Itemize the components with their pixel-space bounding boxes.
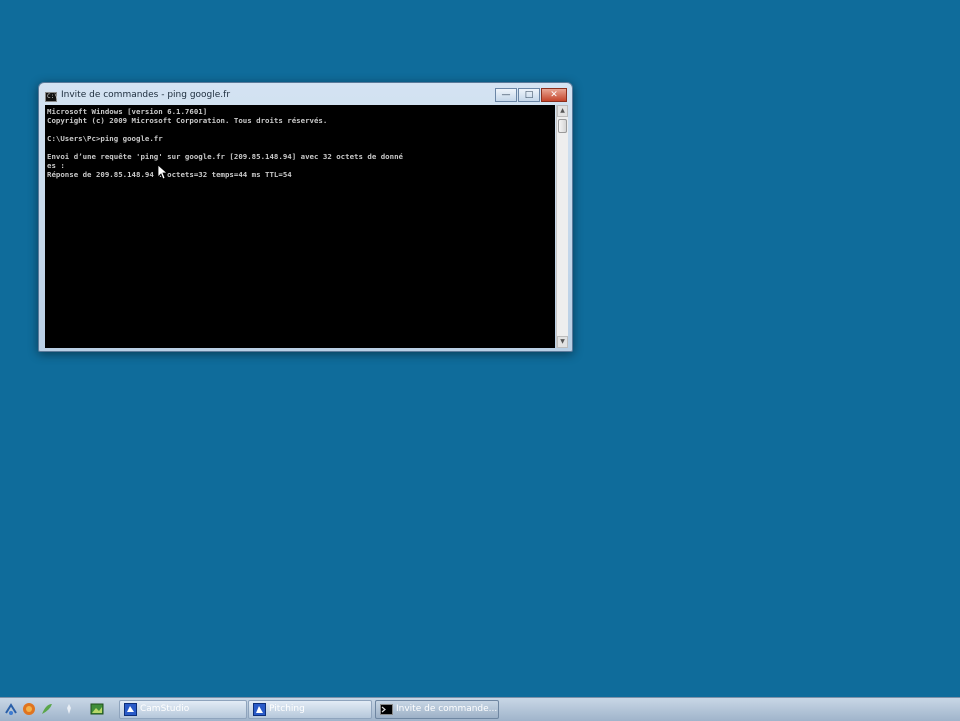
image-icon[interactable] [90, 702, 104, 716]
cmd-app-icon[interactable]: C:\ [45, 92, 58, 102]
feather-icon[interactable] [40, 702, 54, 716]
caption-buttons: — □ ✕ [495, 88, 567, 102]
console-line: Réponse de 209.85.148.94 : octets=32 tem… [47, 170, 292, 179]
console-line: es : [47, 161, 65, 170]
vertical-scrollbar[interactable]: ▲ ▼ [556, 105, 568, 348]
console-output[interactable]: Microsoft Windows [version 6.1.7601] Cop… [45, 105, 555, 348]
maximize-button[interactable]: □ [518, 88, 540, 102]
command-prompt-window[interactable]: C:\ Invite de commandes - ping google.fr… [38, 82, 573, 352]
fox-icon[interactable] [22, 702, 36, 716]
camstudio-icon [124, 703, 137, 716]
network-icon[interactable] [4, 702, 18, 716]
console-text: Microsoft Windows [version 6.1.7601] Cop… [45, 105, 555, 181]
taskbar-button-label: CamStudio [140, 704, 190, 714]
console-line: C:\Users\Pc>ping google.fr [47, 134, 163, 143]
taskbar: CamStudio Pitching Invite de commande... [0, 697, 960, 721]
window-titlebar[interactable]: C:\ Invite de commandes - ping google.fr… [39, 83, 572, 105]
taskbar-button-cmd[interactable]: Invite de commande... [375, 700, 499, 719]
pin-icon[interactable] [62, 702, 76, 716]
cmd-icon [380, 704, 393, 715]
taskbar-button-label: Invite de commande... [396, 704, 498, 714]
taskbar-button-camstudio[interactable]: CamStudio [119, 700, 247, 719]
app-icon [253, 703, 266, 716]
scroll-up-button[interactable]: ▲ [557, 105, 568, 117]
console-line: Microsoft Windows [version 6.1.7601] [47, 107, 208, 116]
console-line: Copyright (c) 2009 Microsoft Corporation… [47, 116, 328, 125]
console-line: Envoi d’une requête 'ping' sur google.fr… [47, 152, 403, 161]
scroll-down-button[interactable]: ▼ [557, 336, 568, 348]
mouse-cursor-icon [157, 164, 169, 180]
window-title: Invite de commandes - ping google.fr [61, 90, 231, 100]
scroll-thumb[interactable] [558, 119, 567, 133]
close-button[interactable]: ✕ [541, 88, 567, 102]
taskbar-button-pitching[interactable]: Pitching [248, 700, 372, 719]
minimize-button[interactable]: — [495, 88, 517, 102]
taskbar-button-label: Pitching [269, 704, 305, 714]
